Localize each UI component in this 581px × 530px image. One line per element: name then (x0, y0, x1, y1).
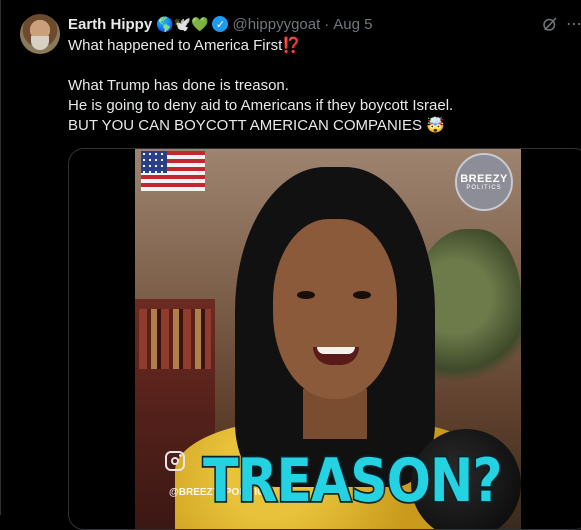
interrobang-emoji: ⁉️ (282, 37, 301, 54)
mind-blown-emoji: 🤯 (426, 117, 445, 134)
logo-line-2: POLITICS (466, 185, 502, 191)
video-media[interactable]: BREEZY POLITICS @BREEZY_POLITICS TREASON… (68, 148, 581, 530)
mouth (313, 347, 359, 365)
tweet-line-4: BUT YOU CAN BOYCOTT AMERICAN COMPANIES 🤯 (68, 116, 573, 136)
logo-line-1: BREEZY (460, 173, 508, 185)
avatar[interactable] (20, 14, 60, 54)
tweet[interactable]: Earth Hippy 🌎🕊️💚 ✓ @hippyygoat · Aug 5 ⋯… (0, 0, 581, 530)
verified-badge-icon[interactable]: ✓ (212, 16, 229, 32)
author-name[interactable]: Earth Hippy (68, 16, 152, 33)
video-frame[interactable]: BREEZY POLITICS @BREEZY_POLITICS TREASON… (135, 149, 521, 529)
avatar-beard (31, 36, 49, 50)
tweet-text: What happened to America First⁉️ What Tr… (68, 36, 573, 136)
instagram-icon (165, 451, 185, 471)
face (273, 219, 397, 399)
more-icon[interactable]: ⋯ (566, 14, 581, 34)
grok-icon[interactable] (541, 15, 559, 33)
video-caption: TREASON? (202, 445, 505, 517)
us-flag-icon (141, 151, 205, 191)
left-eye (297, 291, 315, 299)
separator-dot: · (324, 15, 330, 33)
tweet-line-2: What Trump has done is treason. (68, 77, 289, 94)
right-eye (353, 291, 371, 299)
tweet-date[interactable]: Aug 5 (333, 16, 372, 33)
tweet-line-1: What happened to America First⁉️ (68, 36, 573, 56)
name-emojis: 🌎🕊️💚 (156, 16, 209, 32)
tweet-line-1-text: What happened to America First (68, 37, 283, 54)
books (139, 309, 211, 369)
author-handle[interactable]: @hippyygoat (232, 16, 320, 33)
flag-union (141, 151, 167, 173)
tweet-header: Earth Hippy 🌎🕊️💚 ✓ @hippyygoat · Aug 5 (68, 13, 372, 35)
tweet-line-3: He is going to deny aid to Americans if … (68, 97, 454, 114)
tweet-line-4-text: BUT YOU CAN BOYCOTT AMERICAN COMPANIES (68, 117, 422, 134)
breezy-politics-logo: BREEZY POLITICS (455, 153, 513, 211)
